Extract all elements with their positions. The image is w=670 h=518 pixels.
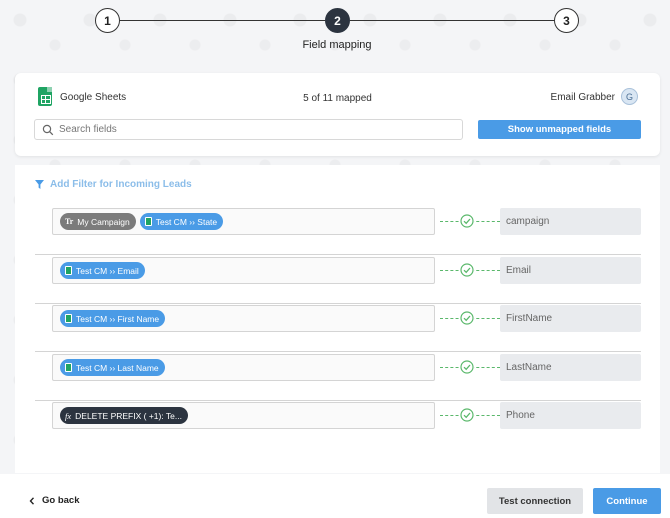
step-connector bbox=[120, 20, 325, 21]
step-label: Field mapping bbox=[302, 39, 372, 51]
source-chip[interactable]: Test CM ›› State bbox=[139, 213, 224, 230]
destination-name: Email Grabber bbox=[550, 92, 615, 103]
continue-button[interactable]: Continue bbox=[593, 488, 661, 514]
chevron-left-icon bbox=[29, 496, 35, 505]
text-icon: Tr bbox=[65, 217, 74, 226]
search-icon bbox=[42, 124, 54, 136]
check-circle-icon bbox=[460, 360, 474, 374]
target-field[interactable]: FirstName bbox=[500, 305, 641, 332]
sheet-icon bbox=[65, 363, 72, 372]
search-field[interactable] bbox=[34, 119, 463, 140]
mapping-row: Test CM ›› First Name FirstName bbox=[35, 303, 641, 352]
go-back-link[interactable]: Go back bbox=[29, 495, 80, 506]
function-icon: fx bbox=[65, 410, 72, 421]
source-chip[interactable]: Test CM ›› First Name bbox=[60, 310, 166, 327]
source-chip[interactable]: Test CM ›› Email bbox=[60, 262, 145, 279]
check-circle-icon bbox=[460, 408, 474, 422]
test-connection-button[interactable]: Test connection bbox=[487, 488, 583, 514]
search-input[interactable] bbox=[59, 122, 449, 137]
source-field-box[interactable]: Test CM ›› Last Name bbox=[52, 354, 435, 381]
mapping-row: fx DELETE PREFIX ( +1): Te... Phone bbox=[35, 400, 641, 449]
check-circle-icon bbox=[460, 263, 474, 277]
mapped-count: 5 of 11 mapped bbox=[303, 93, 372, 104]
mapping-row: Test CM ›› Email Email bbox=[35, 255, 641, 304]
chip-label: DELETE PREFIX ( +1): Te... bbox=[75, 410, 182, 421]
source-field-box[interactable]: Test CM ›› Email bbox=[52, 257, 435, 284]
step-1[interactable]: 1 bbox=[95, 8, 120, 33]
mapping-panel: Add Filter for Incoming Leads Tr My Camp… bbox=[15, 165, 660, 473]
check-circle-icon bbox=[460, 214, 474, 228]
target-field[interactable]: Email bbox=[500, 257, 641, 284]
source-field-box[interactable]: fx DELETE PREFIX ( +1): Te... bbox=[52, 402, 435, 429]
sheet-icon bbox=[65, 314, 72, 323]
check-circle-icon bbox=[460, 311, 474, 325]
chip-label: Test CM ›› Email bbox=[76, 265, 139, 276]
source-chip[interactable]: Test CM ›› Last Name bbox=[60, 359, 165, 376]
step-2[interactable]: 2 bbox=[325, 8, 350, 33]
chip-label: Test CM ›› First Name bbox=[76, 313, 160, 324]
chip-label: Test CM ›› Last Name bbox=[76, 362, 159, 373]
chip-label: My Campaign bbox=[77, 216, 130, 227]
step-3[interactable]: 3 bbox=[554, 8, 579, 33]
target-field[interactable]: campaign bbox=[500, 208, 641, 235]
progress-stepper: 1 2 3 Field mapping bbox=[0, 0, 670, 60]
add-filter-link[interactable]: Add Filter for Incoming Leads bbox=[35, 179, 192, 190]
add-filter-label: Add Filter for Incoming Leads bbox=[50, 179, 192, 190]
source-name: Google Sheets bbox=[60, 92, 127, 103]
filter-icon bbox=[35, 180, 44, 189]
google-sheets-icon bbox=[38, 87, 52, 106]
source-field-box[interactable]: Tr My Campaign Test CM ›› State bbox=[52, 208, 435, 235]
integration-header: Google Sheets 5 of 11 mapped Email Grabb… bbox=[15, 73, 660, 156]
footer-bar: Go back Test connection Continue bbox=[0, 474, 670, 518]
source-chip[interactable]: Tr My Campaign bbox=[60, 213, 136, 230]
source-field-box[interactable]: Test CM ›› First Name bbox=[52, 305, 435, 332]
chip-label: Test CM ›› State bbox=[155, 216, 218, 227]
target-field[interactable]: LastName bbox=[500, 354, 641, 381]
source-chip[interactable]: fx DELETE PREFIX ( +1): Te... bbox=[60, 407, 188, 424]
sheet-icon bbox=[144, 217, 152, 226]
go-back-label: Go back bbox=[42, 495, 80, 506]
step-connector bbox=[350, 20, 555, 21]
target-field[interactable]: Phone bbox=[500, 402, 641, 429]
show-unmapped-fields-button[interactable]: Show unmapped fields bbox=[478, 120, 641, 139]
mapping-row: Test CM ›› Last Name LastName bbox=[35, 352, 641, 401]
mapping-row: Tr My Campaign Test CM ›› State campaign bbox=[35, 206, 641, 255]
sheet-icon bbox=[65, 266, 72, 275]
destination-logo-icon: G bbox=[621, 88, 638, 105]
